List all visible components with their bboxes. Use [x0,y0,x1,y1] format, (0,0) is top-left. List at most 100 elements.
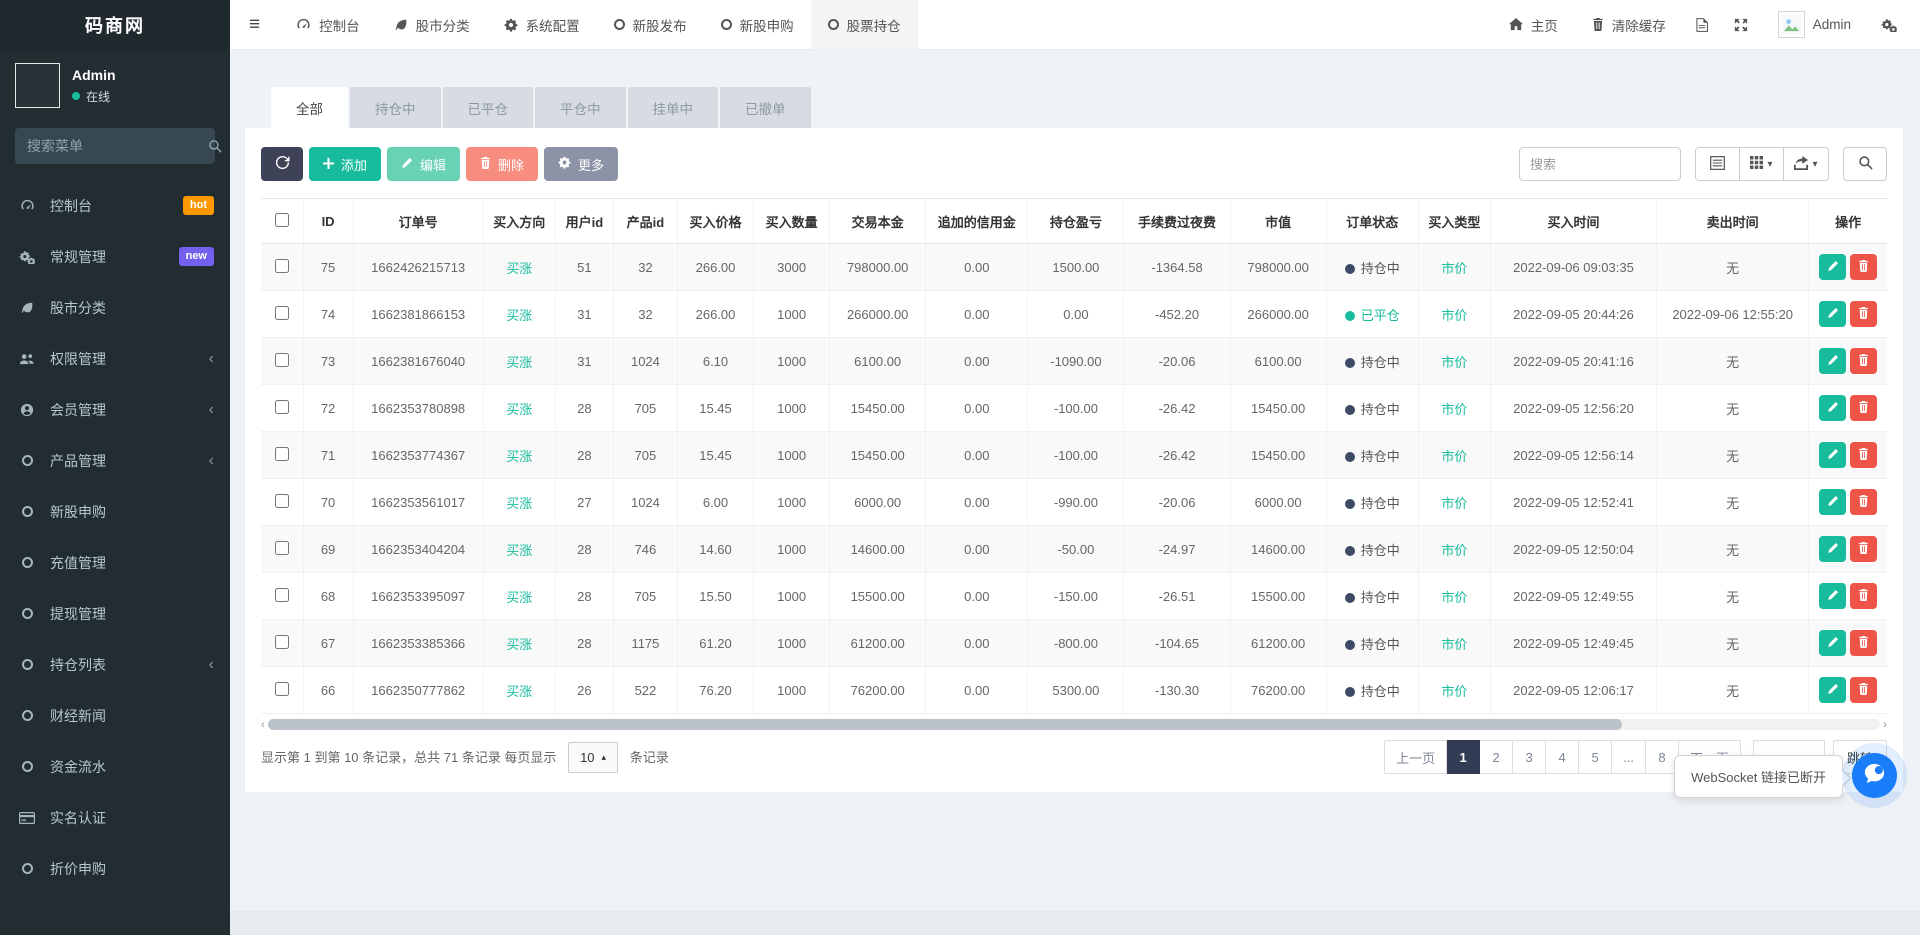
row-checkbox[interactable] [275,447,289,461]
column-header[interactable]: 买入数量 [754,199,830,244]
table-row[interactable]: 731662381676040买涨3110246.1010006100.000.… [261,338,1887,385]
row-delete-button[interactable] [1850,489,1877,515]
clear-cache-link[interactable]: 清除缓存 [1575,0,1683,49]
tab-5[interactable]: 已撤单 [720,87,811,128]
table-row[interactable]: 721662353780898买涨2870515.45100015450.000… [261,385,1887,432]
row-edit-button[interactable] [1819,301,1846,327]
sidebar-item-4[interactable]: 会员管理‹ [0,384,230,435]
table-row[interactable]: 751662426215713买涨5132266.003000798000.00… [261,244,1887,291]
row-delete-button[interactable] [1850,677,1877,703]
column-header[interactable]: 市值 [1230,199,1326,244]
column-header[interactable]: 手续费过夜费 [1124,199,1230,244]
user-menu[interactable]: Admin [1761,0,1868,49]
export-button[interactable]: ▾ [1784,148,1828,180]
topnav-item-5[interactable]: 股票持仓 [811,0,918,49]
more-button[interactable]: 更多 [544,147,618,181]
delete-button[interactable]: 删除 [466,147,538,181]
column-header[interactable]: 产品id [613,199,677,244]
add-button[interactable]: 添加 [309,147,381,181]
column-header[interactable]: ID [303,199,353,244]
table-row[interactable]: 681662353395097买涨2870515.50100015500.000… [261,573,1887,620]
column-header[interactable]: 买入时间 [1490,199,1656,244]
page-button-3[interactable]: 3 [1513,740,1546,774]
table-row[interactable]: 691662353404204买涨2874614.60100014600.000… [261,526,1887,573]
column-header[interactable]: 追加的信用金 [926,199,1028,244]
column-header[interactable]: 订单状态 [1326,199,1418,244]
tab-4[interactable]: 挂单中 [628,87,719,128]
column-header[interactable]: 用户id [555,199,613,244]
row-delete-button[interactable] [1850,630,1877,656]
page-size-select[interactable]: 10▴ [568,742,618,773]
hamburger-icon[interactable]: ≡ [230,0,279,49]
scroll-left-arrow-icon[interactable]: ‹ [261,717,265,731]
row-edit-button[interactable] [1819,395,1846,421]
search-icon[interactable] [208,139,222,153]
row-checkbox[interactable] [275,588,289,602]
column-header[interactable]: 订单号 [353,199,483,244]
row-checkbox[interactable] [275,635,289,649]
sidebar-item-3[interactable]: 权限管理‹ [0,333,230,384]
row-checkbox[interactable] [275,494,289,508]
topnav-item-0[interactable]: 控制台 [279,0,377,49]
row-edit-button[interactable] [1819,348,1846,374]
sidebar-item-6[interactable]: 新股申购 [0,486,230,537]
row-delete-button[interactable] [1850,348,1877,374]
sidebar-item-7[interactable]: 充值管理 [0,537,230,588]
tab-2[interactable]: 已平仓 [443,87,534,128]
row-checkbox[interactable] [275,541,289,555]
topnav-item-4[interactable]: 新股申购 [704,0,811,49]
sidebar-item-8[interactable]: 提现管理 [0,588,230,639]
row-delete-button[interactable] [1850,536,1877,562]
sidebar-item-5[interactable]: 产品管理‹ [0,435,230,486]
search-button[interactable] [1843,147,1887,181]
sidebar-search-input[interactable] [27,138,208,154]
row-checkbox[interactable] [275,400,289,414]
sidebar-item-13[interactable]: 折价申购 [0,843,230,894]
row-edit-button[interactable] [1819,583,1846,609]
row-edit-button[interactable] [1819,442,1846,468]
sidebar-item-9[interactable]: 持仓列表‹ [0,639,230,690]
scrollbar-thumb[interactable] [268,719,1622,730]
page-button-5[interactable]: 5 [1579,740,1612,774]
row-delete-button[interactable] [1850,254,1877,280]
sidebar-item-11[interactable]: 资金流水 [0,741,230,792]
columns-button[interactable]: ▾ [1740,148,1784,180]
row-edit-button[interactable] [1819,677,1846,703]
table-row[interactable]: 701662353561017买涨2710246.0010006000.000.… [261,479,1887,526]
tab-3[interactable]: 平仓中 [535,87,626,128]
column-header[interactable]: 卖出时间 [1657,199,1809,244]
chat-bubble-button[interactable] [1852,753,1897,798]
table-row[interactable]: 741662381866153买涨3132266.001000266000.00… [261,291,1887,338]
page-button-2[interactable]: 2 [1480,740,1513,774]
horizontal-scrollbar[interactable]: ‹ › [261,717,1887,731]
sidebar-item-12[interactable]: 实名认证 [0,792,230,843]
log-button[interactable] [1683,0,1721,49]
home-link[interactable]: 主页 [1492,0,1575,49]
row-edit-button[interactable] [1819,630,1846,656]
row-edit-button[interactable] [1819,489,1846,515]
row-delete-button[interactable] [1850,395,1877,421]
table-row[interactable]: 711662353774367买涨2870515.45100015450.000… [261,432,1887,479]
sidebar-item-10[interactable]: 财经新闻 [0,690,230,741]
row-checkbox[interactable] [275,259,289,273]
fullscreen-button[interactable] [1721,0,1761,49]
row-checkbox[interactable] [275,682,289,696]
row-delete-button[interactable] [1850,301,1877,327]
column-header[interactable]: 交易本金 [830,199,926,244]
refresh-button[interactable] [261,147,303,181]
row-checkbox[interactable] [275,306,289,320]
page-button-4[interactable]: 4 [1546,740,1579,774]
row-edit-button[interactable] [1819,536,1846,562]
column-header[interactable]: 操作 [1809,199,1887,244]
topnav-item-2[interactable]: 系统配置 [487,0,597,49]
scroll-right-arrow-icon[interactable]: › [1883,717,1887,731]
page-button-...[interactable]: ... [1612,740,1646,774]
page-button-1[interactable]: 1 [1447,740,1480,774]
scrollbar-track[interactable] [268,719,1880,730]
row-edit-button[interactable] [1819,254,1846,280]
column-header[interactable]: 买入类型 [1418,199,1490,244]
row-checkbox[interactable] [275,353,289,367]
table-search-input[interactable] [1519,147,1681,181]
column-header[interactable]: 持仓盈亏 [1028,199,1124,244]
table-row[interactable]: 671662353385366买涨28117561.20100061200.00… [261,620,1887,667]
